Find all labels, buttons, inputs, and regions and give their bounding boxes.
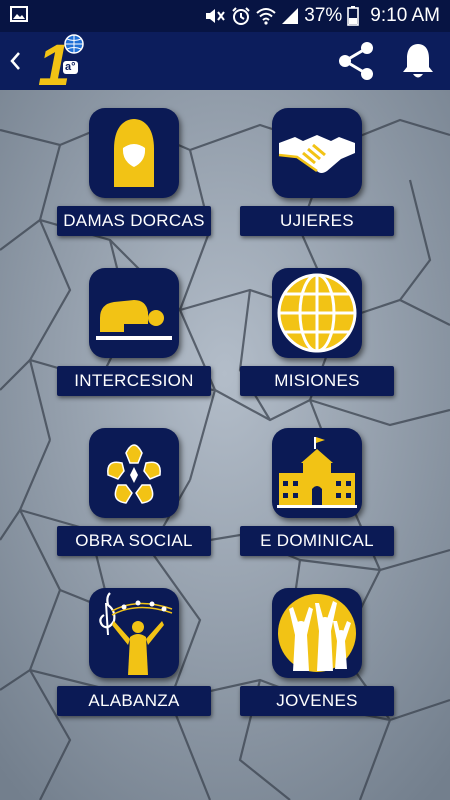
wifi-icon — [256, 7, 276, 25]
veiled-woman-icon — [89, 108, 179, 198]
bell-icon — [403, 44, 433, 78]
notifications-button[interactable] — [400, 41, 436, 81]
app-bar: 1 a° — [0, 32, 450, 98]
clock: 9:10 AM — [370, 5, 440, 26]
school-building-icon — [272, 428, 362, 518]
alarm-icon — [231, 6, 251, 26]
menu-tile-e-dominical[interactable]: E DOMINICAL — [240, 410, 394, 556]
youth-worship-icon — [272, 588, 362, 678]
kneeling-prayer-icon — [89, 268, 179, 358]
signal-icon — [281, 7, 299, 25]
status-bar: 37% 9:10 AM — [0, 0, 450, 32]
menu-tile-damas-dorcas[interactable]: DAMAS DORCAS — [57, 90, 211, 236]
battery-percent: 37% — [304, 5, 343, 26]
menu-label: ALABANZA — [57, 686, 211, 716]
menu-label: E DOMINICAL — [240, 526, 394, 556]
image-icon — [10, 5, 28, 27]
app-logo[interactable]: 1 a° — [28, 33, 92, 98]
menu-label: INTERCESION — [57, 366, 211, 396]
menu-label: DAMAS DORCAS — [57, 206, 211, 236]
menu-label: OBRA SOCIAL — [57, 526, 211, 556]
menu-grid: DAMAS DORCAS UJIERES INTERCESION MISIONE… — [0, 90, 450, 800]
menu-label: JOVENES — [240, 686, 394, 716]
menu-tile-misiones[interactable]: MISIONES — [240, 250, 394, 396]
menu-label: MISIONES — [240, 366, 394, 396]
logo-ordinal: a° — [63, 61, 78, 74]
battery-icon — [347, 6, 360, 26]
share-icon — [339, 42, 373, 80]
chevron-left-icon — [10, 52, 20, 70]
share-button[interactable] — [334, 39, 378, 83]
back-button[interactable] — [2, 32, 28, 90]
music-worship-icon — [89, 588, 179, 678]
menu-label: UJIERES — [240, 206, 394, 236]
globe-icon — [272, 268, 362, 358]
menu-tile-alabanza[interactable]: ALABANZA — [57, 570, 211, 716]
menu-tile-obra-social[interactable]: OBRA SOCIAL — [57, 410, 211, 556]
menu-tile-ujieres[interactable]: UJIERES — [240, 90, 394, 236]
menu-tile-intercesion[interactable]: INTERCESION — [57, 250, 211, 396]
handshake-icon — [272, 108, 362, 198]
hands-circle-icon — [89, 428, 179, 518]
menu-tile-jovenes[interactable]: JOVENES — [240, 570, 394, 716]
mute-icon — [204, 7, 226, 25]
